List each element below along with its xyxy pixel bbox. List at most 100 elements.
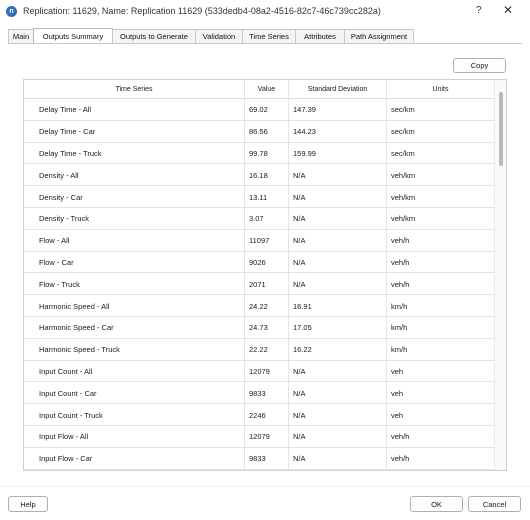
close-icon[interactable]: ✕: [503, 3, 513, 17]
units-cell: veh/h: [391, 236, 410, 246]
cancel-button[interactable]: Cancel: [468, 496, 521, 512]
scrollbar-thumb[interactable]: [499, 92, 503, 166]
standard-deviation-cell: N/A: [289, 382, 387, 405]
column-header-standard-deviation[interactable]: Standard Deviation: [289, 80, 387, 99]
standard-deviation-cell: N/A: [289, 229, 387, 252]
value-cell: 22.22: [245, 338, 289, 361]
table-row[interactable]: Density - Truck 3.07 N/A veh/km: [24, 207, 494, 230]
units-cell: sec/km: [391, 148, 415, 158]
time-series-cell: Delay Time - All: [24, 99, 245, 121]
value-cell: 24.73: [245, 316, 289, 339]
table-row[interactable]: Delay Time - Car 86.56 144.23 sec/km: [24, 120, 494, 143]
help-button[interactable]: Help: [8, 496, 48, 512]
standard-deviation-cell: N/A: [289, 273, 387, 296]
value-cell: 24.22: [245, 295, 289, 317]
units-cell: km/h: [391, 323, 408, 333]
time-series-cell: Harmonic Speed - Car: [24, 316, 245, 339]
table-row[interactable]: Flow - Car 9026 N/A veh/h: [24, 251, 494, 274]
standard-deviation-cell: 16.91: [289, 295, 387, 317]
standard-deviation-cell: 16.22: [289, 338, 387, 361]
units-cell: veh/h: [391, 454, 410, 464]
column-header-units[interactable]: Units: [387, 80, 494, 99]
tab-divider: [8, 43, 522, 44]
value-cell: 69.02: [245, 99, 289, 121]
table-row[interactable]: Input Flow - Car 9833 N/A veh/h: [24, 447, 494, 470]
tab-outputs-summary[interactable]: Outputs Summary: [33, 28, 113, 43]
standard-deviation-cell: 144.23: [289, 120, 387, 143]
table-row[interactable]: Density - All 16.18 N/A veh/km: [24, 164, 494, 187]
value-cell: 2071: [245, 273, 289, 296]
column-header-time-series[interactable]: Time Series: [24, 80, 245, 99]
tab-path-assignment[interactable]: Path Assignment: [344, 29, 414, 43]
standard-deviation-cell: N/A: [289, 207, 387, 230]
time-series-cell: Flow - All: [24, 229, 245, 252]
table-row[interactable]: Flow - Truck 2071 N/A veh/h: [24, 273, 494, 296]
standard-deviation-cell: N/A: [289, 360, 387, 383]
table-body: Delay Time - All 69.02 147.39 sec/km Delay T…: [24, 99, 494, 471]
table-row[interactable]: Input Count - Car 9833 N/A veh: [24, 382, 494, 405]
table-row[interactable]: Delay Time - All 69.02 147.39 sec/km: [24, 99, 494, 121]
standard-deviation-cell: N/A: [289, 425, 387, 448]
vertical-scrollbar[interactable]: [494, 80, 506, 470]
standard-deviation-cell: [289, 469, 387, 470]
table-row[interactable]: Delay Time - Truck 99.78 159.99 sec/km: [24, 142, 494, 165]
value-cell: 12079: [245, 360, 289, 383]
time-series-cell: Density - Truck: [24, 207, 245, 230]
table-row[interactable]: Input Count - Truck 2246 N/A veh: [24, 404, 494, 426]
value-cell: 9026: [245, 251, 289, 274]
time-series-cell: Input Flow - Car: [24, 447, 245, 470]
table-row[interactable]: [24, 469, 494, 471]
standard-deviation-cell: N/A: [289, 404, 387, 426]
units-cell: veh/km: [391, 214, 416, 224]
value-cell: [245, 469, 289, 470]
value-cell: 16.18: [245, 164, 289, 187]
time-series-cell: Flow - Car: [24, 251, 245, 274]
time-series-cell: Density - Car: [24, 186, 245, 208]
ok-button[interactable]: OK: [410, 496, 463, 512]
outputs-table: Time Series Value Standard Deviation Uni…: [23, 79, 507, 471]
time-series-cell: Harmonic Speed - All: [24, 295, 245, 317]
standard-deviation-cell: N/A: [289, 447, 387, 470]
standard-deviation-cell: N/A: [289, 251, 387, 274]
window-title: Replication: 11629, Name: Replication 11…: [23, 6, 381, 16]
tab-outputs-to-generate[interactable]: Outputs to Generate: [112, 29, 196, 43]
value-cell: 13.11: [245, 186, 289, 208]
column-header-value[interactable]: Value: [245, 80, 289, 99]
table-row[interactable]: Input Count - All 12079 N/A veh: [24, 360, 494, 383]
standard-deviation-cell: 147.39: [289, 99, 387, 121]
units-cell: sec/km: [391, 127, 415, 137]
time-series-cell: [24, 469, 245, 470]
table-row[interactable]: Harmonic Speed - Truck 22.22 16.22 km/h: [24, 338, 494, 361]
table-row[interactable]: Input Flow - All 12079 N/A veh/h: [24, 425, 494, 448]
table-row[interactable]: Flow - All 11097 N/A veh/h: [24, 229, 494, 252]
value-cell: 9833: [245, 447, 289, 470]
table-row[interactable]: Harmonic Speed - All 24.22 16.91 km/h: [24, 295, 494, 317]
tab-main[interactable]: Main: [8, 29, 34, 43]
units-cell: [387, 470, 494, 471]
units-cell: veh/km: [391, 192, 416, 202]
units-cell: veh: [391, 388, 404, 398]
time-series-cell: Input Count - All: [24, 360, 245, 383]
title-bar: n Replication: 11629, Name: Replication …: [0, 0, 530, 22]
help-icon[interactable]: ?: [476, 5, 482, 16]
tab-time-series[interactable]: Time Series: [242, 29, 296, 43]
value-cell: 2246: [245, 404, 289, 426]
table-header: Time Series Value Standard Deviation Uni…: [24, 80, 494, 99]
standard-deviation-cell: 159.99: [289, 142, 387, 165]
tab-validation[interactable]: Validation: [195, 29, 243, 43]
table-row[interactable]: Density - Car 13.11 N/A veh/km: [24, 186, 494, 208]
time-series-cell: Delay Time - Truck: [24, 142, 245, 165]
value-cell: 11097: [245, 229, 289, 252]
time-series-cell: Input Count - Truck: [24, 404, 245, 426]
footer-divider: [0, 486, 530, 487]
tab-attributes[interactable]: Attributes: [295, 29, 345, 43]
copy-button[interactable]: Copy: [453, 58, 506, 73]
time-series-cell: Density - All: [24, 164, 245, 187]
value-cell: 86.56: [245, 120, 289, 143]
units-cell: veh: [391, 410, 404, 420]
value-cell: 9833: [245, 382, 289, 405]
table-row[interactable]: Harmonic Speed - Car 24.73 17.05 km/h: [24, 316, 494, 339]
units-cell: sec/km: [391, 105, 415, 115]
units-cell: km/h: [391, 345, 408, 355]
units-cell: veh/h: [391, 432, 410, 442]
